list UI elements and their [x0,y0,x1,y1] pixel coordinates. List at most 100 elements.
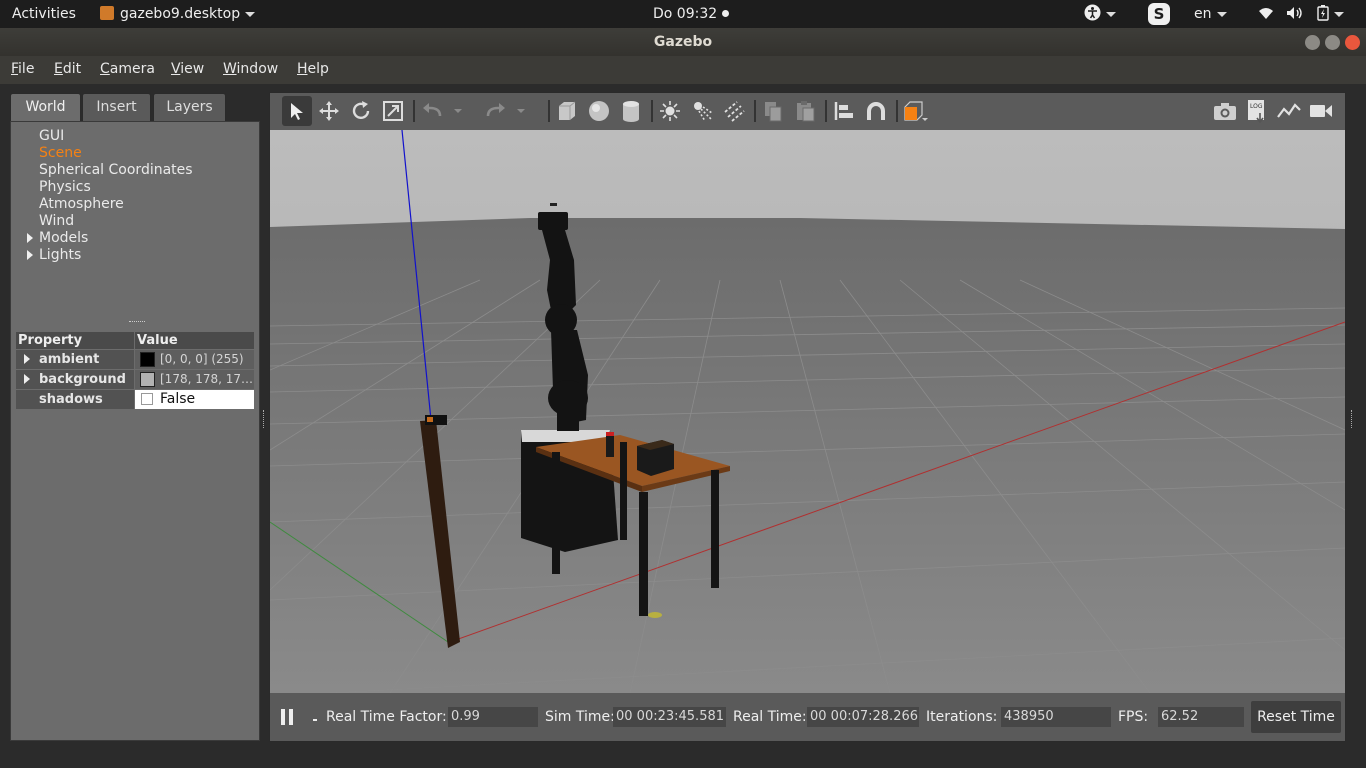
tree-item-models[interactable]: Models [39,230,88,246]
close-button[interactable] [1345,35,1360,50]
tree-item-gui[interactable]: GUI [39,128,64,144]
rtf-label: Real Time Factor: [326,709,447,725]
property-value-label: False [160,391,196,407]
menu-bar: File Edit Camera View Window Help [0,56,1366,84]
language-menu[interactable]: en [1194,0,1227,28]
app-menu[interactable]: gazebo9.desktop [100,0,256,28]
redo-history-chevron-icon[interactable] [513,96,529,126]
can-on-table[interactable] [606,432,614,457]
snap-icon[interactable] [861,96,891,126]
box-on-table[interactable] [637,440,674,476]
maximize-button[interactable] [1325,35,1340,50]
pause-button[interactable] [281,709,295,725]
volume-icon [1287,7,1303,19]
undo-icon[interactable] [418,96,448,126]
scale-icon[interactable] [378,96,408,126]
table-row[interactable]: background [178, 178, 17… [16,370,254,389]
tree-item-lights[interactable]: Lights [39,247,81,263]
menu-window[interactable]: Window [223,61,278,77]
menu-edit[interactable]: Edit [54,61,81,77]
splitter-handle[interactable] [129,321,145,323]
toolbar-separator [825,100,827,122]
minimize-button[interactable] [1305,35,1320,50]
align-icon[interactable] [829,96,859,126]
wifi-icon [1259,8,1273,19]
table-row[interactable]: ambient [0, 0, 0] (255) [16,350,254,369]
menu-view[interactable]: View [171,61,204,77]
rotate-icon[interactable] [346,96,376,126]
tab-layers[interactable]: Layers [153,93,226,121]
expand-arrow-icon[interactable] [27,250,33,260]
spot-light-icon[interactable] [687,96,717,126]
notification-dot-icon [721,10,729,17]
system-menu[interactable] [1258,0,1344,28]
iterations-label: Iterations: [926,709,998,725]
value-column-header: Value [135,332,254,349]
translate-icon[interactable] [314,96,344,126]
table-row[interactable]: shadows False [16,390,254,409]
accessibility-menu[interactable] [1084,0,1116,28]
menu-help[interactable]: Help [297,61,329,77]
tree-item-scene[interactable]: Scene [39,145,82,161]
directional-light-icon[interactable] [719,96,749,126]
property-value[interactable]: [178, 178, 17… [135,370,254,389]
iterations-value: 438950 [1001,707,1111,727]
property-name-label: background [39,372,126,387]
property-value[interactable]: False [135,390,254,409]
cylinder-icon[interactable] [616,96,646,126]
paste-icon[interactable] [790,96,820,126]
scene-render[interactable] [270,130,1345,693]
svg-text:LOG: LOG [1250,103,1263,110]
screenshot-icon[interactable] [1210,96,1240,126]
box-icon[interactable] [552,96,582,126]
window-title-bar[interactable]: Gazebo [0,28,1366,56]
property-name: shadows [16,390,134,409]
undo-history-chevron-icon[interactable] [450,96,466,126]
toolbar-separator [651,100,653,122]
copy-icon[interactable] [758,96,788,126]
property-name-label: shadows [39,392,103,407]
expand-arrow-icon[interactable] [24,354,30,364]
system-top-bar: Activities gazebo9.desktop Do 09:32 S en [0,0,1366,28]
property-column-header: Property [16,332,134,349]
color-swatch[interactable] [140,372,155,387]
accessibility-icon [1084,4,1101,21]
property-value[interactable]: [0, 0, 0] (255) [135,350,254,369]
log-icon[interactable]: LOG [1242,96,1272,126]
select-arrow-icon[interactable] [282,96,312,126]
clock[interactable]: Do 09:32 [653,0,729,28]
tab-insert[interactable]: Insert [82,93,151,121]
sphere-icon[interactable] [584,96,614,126]
expand-arrow-icon[interactable] [27,233,33,243]
color-swatch[interactable] [140,352,155,367]
3d-viewport[interactable] [270,130,1345,693]
property-name: ambient [16,350,134,369]
language-label: en [1194,6,1212,22]
toolbar-separator [413,100,415,122]
plot-icon[interactable] [1274,96,1304,126]
panel-splitter-icon[interactable] [263,410,265,428]
point-light-icon[interactable] [655,96,685,126]
tree-item-wind[interactable]: Wind [39,213,74,229]
skype-tray[interactable]: S [1148,0,1170,28]
menu-file[interactable]: File [11,61,34,77]
record-video-icon[interactable] [1306,96,1336,126]
tab-world[interactable]: World [10,93,81,121]
render-frame: LOG Real Time Factor: 0.99 Sim Time: 00 … [269,92,1346,742]
view-angle-icon[interactable] [900,96,930,126]
right-splitter-icon[interactable] [1351,410,1353,428]
skype-icon: S [1148,3,1170,25]
tree-item-spherical-coordinates[interactable]: Spherical Coordinates [39,162,193,178]
reset-time-button[interactable]: Reset Time [1251,701,1341,733]
activities-button[interactable]: Activities [12,0,76,28]
chevron-down-icon [1106,11,1116,17]
shadows-checkbox[interactable] [141,393,153,405]
step-icon[interactable] [313,719,317,721]
status-bar: Real Time Factor: 0.99 Sim Time: 00 00:2… [270,693,1345,741]
tree-item-atmosphere[interactable]: Atmosphere [39,196,124,212]
expand-arrow-icon[interactable] [24,374,30,384]
real-time-label: Real Time: [733,709,807,725]
menu-camera[interactable]: Camera [100,61,155,77]
redo-icon[interactable] [480,96,510,126]
tree-item-physics[interactable]: Physics [39,179,91,195]
